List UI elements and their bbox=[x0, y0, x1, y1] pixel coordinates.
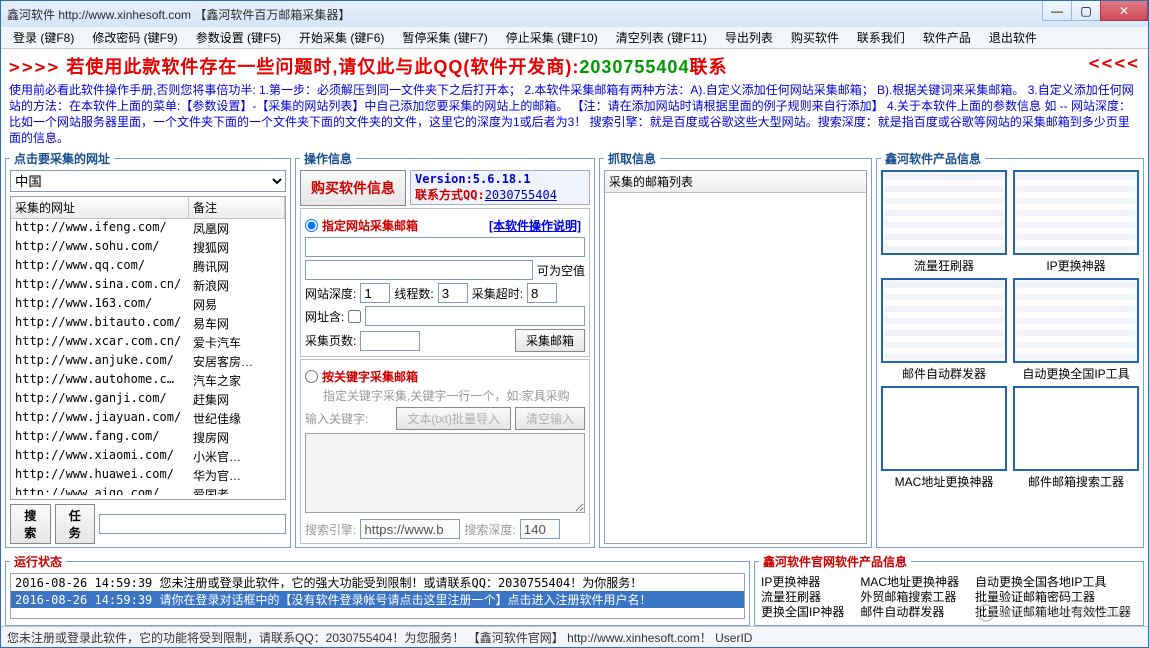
prodinfo-item[interactable]: 外贸邮箱搜索工器 bbox=[860, 590, 965, 605]
close-button[interactable]: ✕ bbox=[1100, 1, 1148, 21]
import-button[interactable]: 文本(txt)批量导入 bbox=[396, 407, 511, 430]
product-cell[interactable]: IP更换神器 bbox=[1013, 170, 1139, 274]
watermark-icon bbox=[977, 604, 995, 622]
minimize-button[interactable]: — bbox=[1042, 1, 1072, 21]
buy-button[interactable]: 购买软件信息 bbox=[300, 170, 406, 206]
table-row[interactable]: http://www.sina.com.cn/新浪网 bbox=[11, 276, 285, 295]
menu-item[interactable]: 登录 (键F8) bbox=[5, 27, 82, 48]
instructions-text: 使用前必看此软件操作手册,否则您将事倍功半: 1.第一步：必须解压到同一文件夹下… bbox=[5, 82, 1144, 148]
url-table[interactable]: 采集的网址 备注 http://www.ifeng.com/凤凰网http://… bbox=[10, 196, 286, 500]
grab-panel-title: 抓取信息 bbox=[604, 150, 660, 167]
products-panel: 鑫河软件产品信息 流量狂刷器IP更换神器邮件自动群发器自动更换全国IP工具MAC… bbox=[876, 150, 1144, 548]
table-row[interactable]: http://www.jiayuan.com/世纪佳缘 bbox=[11, 409, 285, 428]
prodinfo-item[interactable]: 流量狂刷器 bbox=[761, 590, 850, 605]
ops-panel-title: 操作信息 bbox=[300, 150, 356, 167]
email-listbox[interactable]: 采集的邮箱列表 bbox=[604, 170, 867, 544]
products-panel-title: 鑫河软件产品信息 bbox=[881, 150, 985, 167]
log-line[interactable]: 2016-08-26 14:59:39 请你在登录对话框中的【没有软件登录帐号请… bbox=[11, 591, 744, 608]
empty-label: 可为空值 bbox=[537, 262, 585, 279]
warning-banner: >>>> 若使用此款软件存在一些问题时,请仅此与此QQ(软件开发商):20307… bbox=[5, 52, 1144, 80]
table-row[interactable]: http://www.xiaomi.com/小米官… bbox=[11, 447, 285, 466]
country-select[interactable]: 中国 bbox=[10, 170, 286, 192]
menu-item[interactable]: 暂停采集 (键F7) bbox=[394, 27, 495, 48]
radio-site[interactable] bbox=[305, 219, 318, 232]
log-line: 2016-08-26 14:59:39 您未注册或登录此软件，它的强大功能受到限… bbox=[11, 574, 744, 591]
watermark: www.downxia.com bbox=[977, 604, 1131, 622]
prodinfo-panel-title: 鑫河软件官网软件产品信息 bbox=[759, 553, 911, 570]
clear-input-button[interactable]: 清空输入 bbox=[515, 407, 585, 430]
prodinfo-item[interactable]: IP更换神器 bbox=[761, 575, 850, 590]
pages-input[interactable] bbox=[360, 331, 420, 351]
prodinfo-item[interactable]: MAC地址更换神器 bbox=[860, 575, 965, 590]
table-row[interactable]: http://www.xcar.com.cn/爱卡汽车 bbox=[11, 333, 285, 352]
table-row[interactable]: http://www.bitauto.com/易车网 bbox=[11, 314, 285, 333]
menu-item[interactable]: 购买软件 bbox=[783, 27, 847, 48]
keyword-hint: 指定关键字采集,关键字一行一个，如:家具采购 bbox=[323, 387, 585, 404]
menubar: 登录 (键F8)修改密码 (键F9)参数设置 (键F5)开始采集 (键F6)暂停… bbox=[1, 27, 1148, 49]
grab-panel: 抓取信息 采集的邮箱列表 bbox=[599, 150, 872, 548]
status-panel: 运行状态 2016-08-26 14:59:39 您未注册或登录此软件，它的强大… bbox=[5, 553, 750, 626]
titlebar: 鑫河软件 http://www.xinhesoft.com 【鑫河软件百万邮箱采… bbox=[1, 1, 1148, 27]
radio-keyword-label: 按关键字采集邮箱 bbox=[322, 368, 418, 385]
radio-keyword[interactable] bbox=[305, 370, 318, 383]
table-row[interactable]: http://www.autohome.c…汽车之家 bbox=[11, 371, 285, 390]
menu-item[interactable]: 参数设置 (键F5) bbox=[188, 27, 289, 48]
site-url-input[interactable] bbox=[305, 237, 585, 257]
product-cell[interactable]: 邮件邮箱搜索工器 bbox=[1013, 386, 1139, 490]
table-row[interactable]: http://www.anjuke.com/安居客房… bbox=[11, 352, 285, 371]
table-row[interactable]: http://www.fang.com/搜房网 bbox=[11, 428, 285, 447]
collect-button[interactable]: 采集邮箱 bbox=[515, 329, 585, 352]
thread-input[interactable] bbox=[438, 283, 468, 303]
menu-item[interactable]: 联系我们 bbox=[849, 27, 913, 48]
prodinfo-item[interactable]: 更换全国IP神器 bbox=[761, 605, 850, 620]
log-box[interactable]: 2016-08-26 14:59:39 您未注册或登录此软件，它的强大功能受到限… bbox=[10, 573, 745, 619]
col-note-header: 备注 bbox=[189, 197, 285, 218]
window-title: 鑫河软件 http://www.xinhesoft.com 【鑫河软件百万邮箱采… bbox=[7, 6, 350, 23]
table-row[interactable]: http://www.sohu.com/搜狐网 bbox=[11, 238, 285, 257]
menu-item[interactable]: 开始采集 (键F6) bbox=[291, 27, 392, 48]
maximize-button[interactable]: ▢ bbox=[1071, 1, 1101, 21]
searchengine-input bbox=[360, 519, 460, 539]
prodinfo-item[interactable]: 自动更换全国各地IP工具 bbox=[975, 575, 1137, 590]
product-cell[interactable]: MAC地址更换神器 bbox=[881, 386, 1007, 490]
menu-item[interactable]: 导出列表 bbox=[717, 27, 781, 48]
email-list-header: 采集的邮箱列表 bbox=[605, 171, 866, 193]
url-panel-title: 点击要采集的网址 bbox=[10, 150, 114, 167]
urlinc-input[interactable] bbox=[365, 306, 585, 326]
version-box: Version:5.6.18.1 联系方式QQ:2030755404 bbox=[410, 170, 590, 205]
searchdepth-input bbox=[520, 519, 560, 539]
site-filter-input[interactable] bbox=[305, 260, 533, 280]
radio-site-label: 指定网站采集邮箱 bbox=[322, 217, 418, 234]
table-row[interactable]: http://www.163.com/网易 bbox=[11, 295, 285, 314]
table-row[interactable]: http://www.aigo.com/爱国者… bbox=[11, 485, 285, 495]
search-input[interactable] bbox=[99, 514, 286, 534]
depth-input[interactable] bbox=[360, 283, 390, 303]
status-panel-title: 运行状态 bbox=[10, 553, 66, 570]
product-cell[interactable]: 邮件自动群发器 bbox=[881, 278, 1007, 382]
menu-item[interactable]: 停止采集 (键F10) bbox=[498, 27, 606, 48]
urlinc-check[interactable] bbox=[348, 310, 361, 323]
prodinfo-item[interactable]: 邮件自动群发器 bbox=[860, 605, 965, 620]
url-panel: 点击要采集的网址 中国 采集的网址 备注 http://www.ifeng.co… bbox=[5, 150, 291, 548]
menu-item[interactable]: 清空列表 (键F11) bbox=[608, 27, 715, 48]
table-row[interactable]: http://www.qq.com/腾讯网 bbox=[11, 257, 285, 276]
col-url-header: 采集的网址 bbox=[11, 197, 189, 218]
search-button[interactable]: 搜索 bbox=[10, 504, 51, 544]
product-cell[interactable]: 流量狂刷器 bbox=[881, 170, 1007, 274]
product-cell[interactable]: 自动更换全国IP工具 bbox=[1013, 278, 1139, 382]
menu-item[interactable]: 修改密码 (键F9) bbox=[84, 27, 185, 48]
table-row[interactable]: http://www.huawei.com/华为官… bbox=[11, 466, 285, 485]
task-button[interactable]: 任务 bbox=[55, 504, 96, 544]
table-row[interactable]: http://www.ganji.com/赶集网 bbox=[11, 390, 285, 409]
statusbar: 您未注册或登录此软件，它的功能将受到限制，请联系QQ：2030755404！为您… bbox=[1, 626, 1148, 647]
manual-link[interactable]: [本软件操作说明] bbox=[485, 217, 585, 234]
menu-item[interactable]: 退出软件 bbox=[981, 27, 1045, 48]
keyword-textarea bbox=[305, 433, 585, 513]
menu-item[interactable]: 软件产品 bbox=[915, 27, 979, 48]
ops-panel: 操作信息 购买软件信息 Version:5.6.18.1 联系方式QQ:2030… bbox=[295, 150, 595, 548]
table-row[interactable]: http://www.ifeng.com/凤凰网 bbox=[11, 219, 285, 238]
timeout-input[interactable] bbox=[527, 283, 557, 303]
